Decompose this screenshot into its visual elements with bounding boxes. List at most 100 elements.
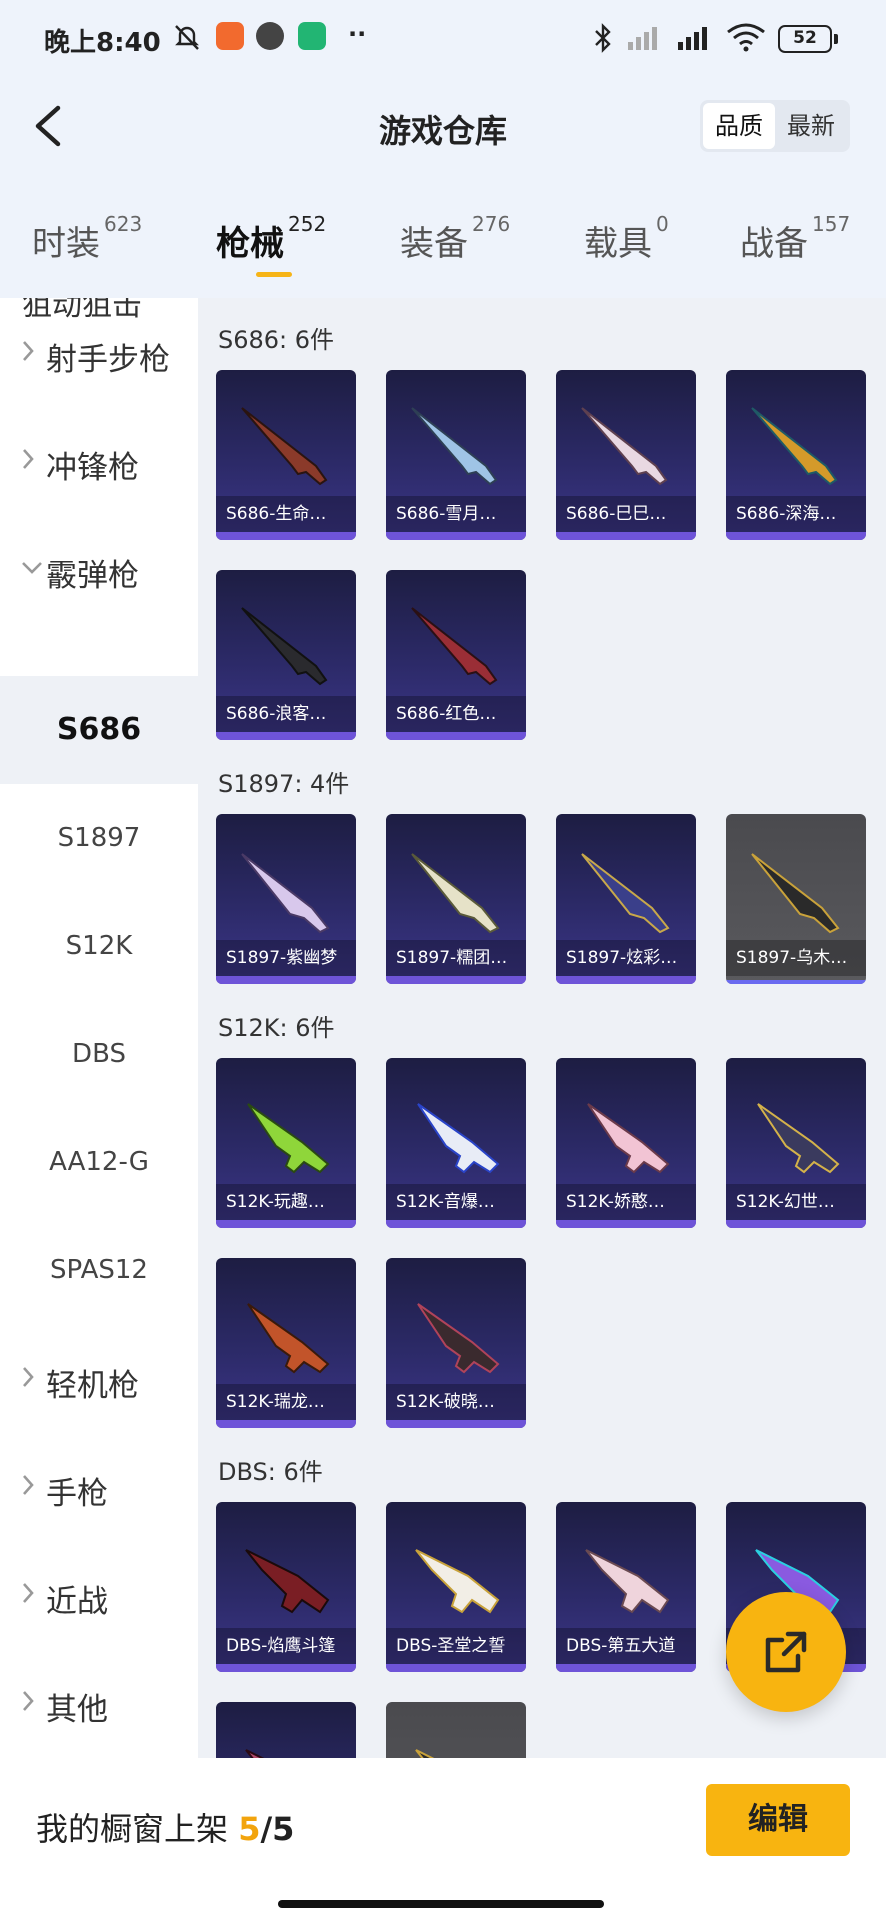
shelf-total-count: 5: [272, 1810, 295, 1848]
rarity-bar: [556, 1664, 696, 1672]
weapon-skin-card[interactable]: S686-浪客…: [216, 570, 356, 740]
tab-vehicles[interactable]: 载具 0: [584, 212, 669, 265]
sidebar-item-label: 手枪: [46, 1476, 108, 1512]
sidebar-subitem-s12k[interactable]: S12K: [0, 892, 198, 1000]
sort-quality-button[interactable]: 品质: [703, 103, 775, 149]
rifle-skin-icon: [417, 1303, 500, 1374]
sidebar-item-label: 霰弹枪: [46, 558, 139, 594]
weapon-skin-card[interactable]: S686-深海…: [726, 370, 866, 540]
sidebar-subitem-spas12[interactable]: SPAS12: [0, 1216, 198, 1324]
shotgun-skin-icon: [415, 1749, 435, 1758]
sort-latest-button[interactable]: 最新: [775, 103, 847, 149]
shotgun-skin-icon: [585, 1549, 670, 1614]
tab-firearms[interactable]: 枪械 252: [216, 212, 326, 265]
weapon-skin-card[interactable]: S12K-瑞龙…: [216, 1258, 356, 1428]
status-time: 晚上8:40: [44, 28, 161, 58]
weapon-skin-card[interactable]: DBS-圣堂之誓: [386, 1502, 526, 1672]
rifle-skin-icon: [247, 1303, 330, 1374]
cell-signal-icon: [628, 27, 657, 50]
edit-button[interactable]: 编辑: [706, 1784, 850, 1856]
weapon-skin-card[interactable]: S12K-幻世…: [726, 1058, 866, 1228]
sidebar-item-label: 轻机枪: [46, 1368, 139, 1404]
tab-count: 0: [656, 212, 669, 236]
rarity-bar: [386, 1220, 526, 1228]
sort-toggle: 品质 最新: [700, 100, 850, 152]
weapon-skin-card[interactable]: S1897-紫幽梦: [216, 814, 356, 984]
rarity-bar: [386, 532, 526, 540]
rarity-bar: [386, 1420, 526, 1428]
shotgun-skin-icon: [411, 853, 500, 934]
sidebar-subitem-s686[interactable]: S686: [0, 676, 198, 784]
cell-signal-hd-icon: [678, 27, 707, 50]
mute-bell-icon: [175, 25, 199, 50]
tab-fashion[interactable]: 时装 623: [32, 212, 142, 265]
weapon-skin-name: S686-雪月…: [386, 496, 526, 532]
rifle-skin-icon: [757, 1103, 840, 1174]
weapon-skin-card[interactable]: S12K-娇憨…: [556, 1058, 696, 1228]
sidebar-subitem-dbs[interactable]: DBS: [0, 1000, 198, 1108]
battery-icon: 52: [778, 25, 838, 53]
sidebar-item-melee[interactable]: 近战: [0, 1540, 198, 1648]
weapon-skin-name: S1897-乌木…: [726, 940, 866, 976]
sidebar-item-shotgun[interactable]: 霰弹枪: [0, 514, 198, 622]
weapon-skin-card[interactable]: S12K-玩趣…: [216, 1058, 356, 1228]
rarity-bar: [556, 532, 696, 540]
chevron-right-icon: [23, 1367, 34, 1387]
weapon-skin-name: DBS-第五大道: [556, 1628, 696, 1664]
section-title: S686: 6件: [218, 326, 335, 354]
app-notification-icon: [216, 22, 244, 50]
sidebar-subitem-s1897[interactable]: S1897: [0, 784, 198, 892]
sidebar-item-marksman-rifle[interactable]: 射手步枪: [0, 298, 198, 406]
weapon-skin-card[interactable]: S12K-破晓…: [386, 1258, 526, 1428]
weapon-category-sidebar: 狙动狙击 射手步枪 冲锋枪 霰弹枪 S686 S1897 S12K DBS AA…: [0, 298, 198, 1758]
rifle-skin-icon: [417, 1103, 500, 1174]
weapon-skin-card[interactable]: [216, 1702, 356, 1758]
shotgun-skin-icon: [245, 1549, 330, 1614]
weapon-skin-card[interactable]: S686-巳巳…: [556, 370, 696, 540]
weapon-skin-card[interactable]: S686-生命…: [216, 370, 356, 540]
tab-count: 276: [472, 212, 511, 236]
share-fab-button[interactable]: [726, 1592, 846, 1712]
rarity-bar: [216, 532, 356, 540]
shelf-used-count: 5: [238, 1810, 261, 1848]
weapon-skin-name: S1897-糯团…: [386, 940, 526, 976]
tab-label: 载具: [584, 224, 652, 264]
rifle-skin-icon: [587, 1103, 670, 1174]
weapon-skin-name: S12K-瑞龙…: [216, 1384, 356, 1420]
tab-equipment[interactable]: 装备 276: [400, 212, 510, 265]
weapon-skin-card[interactable]: DBS-焰鹰斗篷: [216, 1502, 356, 1672]
tab-label: 时装: [32, 224, 100, 264]
weapon-skin-card[interactable]: S686-雪月…: [386, 370, 526, 540]
sidebar-subitem-aa12g[interactable]: AA12-G: [0, 1108, 198, 1216]
weapon-grid: S686: 6件 S686-生命… S686-雪月… S686-巳巳… S686…: [198, 298, 886, 1758]
active-tab-indicator: [256, 272, 292, 277]
weapon-skin-card[interactable]: DBS-第五大道: [556, 1502, 696, 1672]
weapon-skin-card[interactable]: S1897-乌木…: [726, 814, 866, 984]
weapon-skin-name: DBS-焰鹰斗篷: [216, 1628, 356, 1664]
bluetooth-icon: [595, 23, 611, 53]
tab-count: 623: [104, 212, 143, 236]
rarity-bar: [216, 976, 356, 984]
shotgun-skin-icon: [411, 407, 498, 486]
tab-supplies[interactable]: 战备 157: [740, 212, 850, 265]
weapon-skin-card[interactable]: S1897-糯团…: [386, 814, 526, 984]
sidebar-item-label: 近战: [46, 1584, 108, 1620]
chevron-down-icon: [22, 562, 42, 574]
sidebar-item-smg[interactable]: 冲锋枪: [0, 406, 198, 514]
sidebar-item-other[interactable]: 其他: [0, 1648, 198, 1756]
sidebar-item-label: 冲锋枪: [46, 450, 139, 486]
sidebar-item-pistol[interactable]: 手枪: [0, 1432, 198, 1540]
home-indicator[interactable]: [278, 1900, 604, 1908]
weapon-skin-card[interactable]: S12K-音爆…: [386, 1058, 526, 1228]
weapon-skin-card[interactable]: S686-红色…: [386, 570, 526, 740]
weapon-skin-card[interactable]: [386, 1702, 526, 1758]
wifi-icon: [727, 23, 765, 52]
weapon-skin-name: S12K-破晓…: [386, 1384, 526, 1420]
shotgun-skin-icon: [581, 407, 668, 486]
top-app-bar: 游戏仓库 品质 最新: [0, 80, 886, 170]
weapon-skin-card[interactable]: S1897-炫彩…: [556, 814, 696, 984]
bottom-bar: 我的橱窗上架 5/5 编辑: [0, 1758, 886, 1920]
section-title: DBS: 6件: [218, 1458, 323, 1486]
sidebar-item-lmg[interactable]: 轻机枪: [0, 1324, 198, 1432]
weapon-skin-name: S686-红色…: [386, 696, 526, 732]
